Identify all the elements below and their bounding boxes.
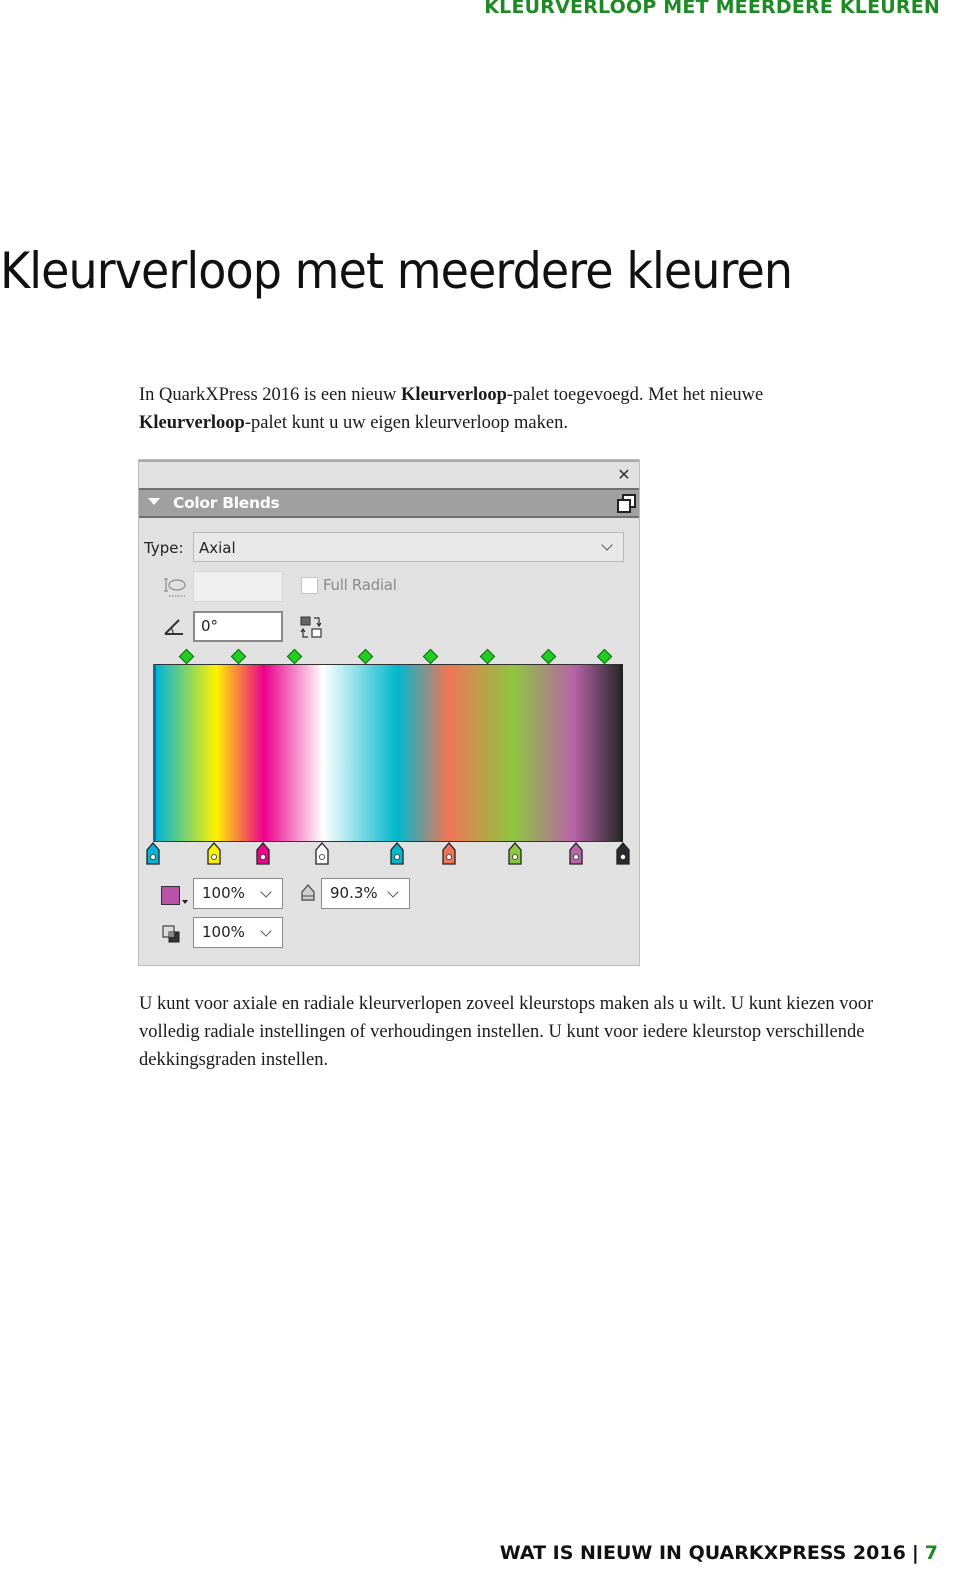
opacity-stop-marker[interactable]	[178, 648, 195, 665]
chevron-down-icon	[260, 925, 272, 937]
intro-text-3: -palet kunt u uw eigen kleurverloop make…	[244, 413, 568, 433]
panel-header[interactable]: Color Blends	[139, 488, 639, 518]
footer-separator: |	[911, 1542, 919, 1564]
chevron-down-icon	[260, 886, 272, 898]
blend-mode-icon	[162, 925, 180, 943]
opacity-icon	[301, 884, 315, 901]
opacity-stop-marker[interactable]	[423, 648, 439, 665]
close-icon[interactable]: ✕	[615, 466, 633, 484]
chevron-down-icon	[601, 539, 613, 551]
opacity-stop-marker[interactable]	[479, 648, 495, 665]
page-title: Kleurverloop met meerdere kleuren	[0, 242, 793, 300]
page-footer: WAT IS NIEUW IN QUARKXPRESS 2016 | 7	[500, 1542, 938, 1564]
footer-text: WAT IS NIEUW IN QUARKXPRESS 2016	[499, 1542, 906, 1564]
intro-bold-1: Kleurverloop	[401, 385, 507, 405]
color-stop-marker[interactable]	[569, 842, 583, 866]
angle-icon	[164, 619, 183, 635]
opacity-stop-marker[interactable]	[540, 648, 557, 665]
blend-value: 100%	[202, 923, 245, 941]
page-number: 7	[924, 1542, 938, 1564]
intro-text-1: In QuarkXPress 2016 is een nieuw	[139, 385, 402, 405]
color-blends-panel: ✕ Color Blends Type: Axial Full Radial 0…	[138, 459, 640, 966]
color-stop-marker[interactable]	[616, 842, 630, 866]
angle-value: 0°	[201, 617, 219, 635]
full-radial-label: Full Radial	[323, 576, 397, 594]
opacity-stop-marker[interactable]	[286, 648, 303, 665]
intro-bold-2: Kleurverloop	[139, 413, 245, 433]
intro-text-2: -palet toegevoegd. Met het nieuwe	[506, 385, 764, 405]
shade-combo[interactable]: 100%	[193, 878, 283, 909]
chevron-down-icon	[387, 886, 399, 898]
angle-input[interactable]: 0°	[193, 611, 283, 642]
aspect-ratio-input[interactable]	[193, 571, 283, 602]
opacity-value: 90.3%	[330, 884, 378, 902]
color-stop-marker[interactable]	[390, 842, 405, 866]
undock-icon[interactable]	[616, 493, 636, 513]
intro-paragraph: In QuarkXPress 2016 is een nieuw Kleurve…	[139, 381, 859, 437]
collapse-triangle-icon[interactable]	[148, 498, 160, 505]
opacity-stop-marker[interactable]	[596, 648, 613, 665]
color-stop-marker[interactable]	[207, 842, 221, 866]
gradient-editor	[146, 648, 630, 868]
opacity-stop-marker[interactable]	[357, 648, 373, 665]
swatch-dropdown-arrow-icon[interactable]	[182, 900, 188, 904]
running-head: KLEURVERLOOP MET MEERDERE KLEUREN	[484, 0, 940, 18]
color-stop-marker[interactable]	[315, 842, 329, 866]
blend-combo[interactable]: 100%	[193, 917, 283, 948]
swap-colors-icon[interactable]	[299, 615, 325, 641]
panel-title: Color Blends	[173, 494, 280, 512]
aspect-ratio-icon	[164, 578, 186, 597]
panel-top-bar: ✕	[139, 460, 639, 488]
type-label: Type:	[144, 539, 184, 557]
opacity-combo[interactable]: 90.3%	[321, 878, 410, 909]
full-radial-check[interactable]	[301, 576, 318, 594]
type-value: Axial	[199, 539, 236, 557]
selected-color-swatch[interactable]	[161, 886, 180, 905]
color-stop-marker[interactable]	[508, 842, 522, 866]
color-stop-marker[interactable]	[146, 842, 160, 866]
color-stop-marker[interactable]	[442, 842, 456, 866]
body-paragraph: U kunt voor axiale en radiale kleurverlo…	[139, 994, 874, 1070]
color-stop-marker[interactable]	[255, 842, 270, 866]
opacity-stop-marker[interactable]	[230, 648, 246, 665]
gradient-preview-bar[interactable]	[153, 664, 623, 842]
full-radial-checkbox[interactable]: Full Radial	[301, 576, 397, 594]
type-dropdown[interactable]: Axial	[193, 532, 624, 562]
shade-value: 100%	[202, 884, 245, 902]
